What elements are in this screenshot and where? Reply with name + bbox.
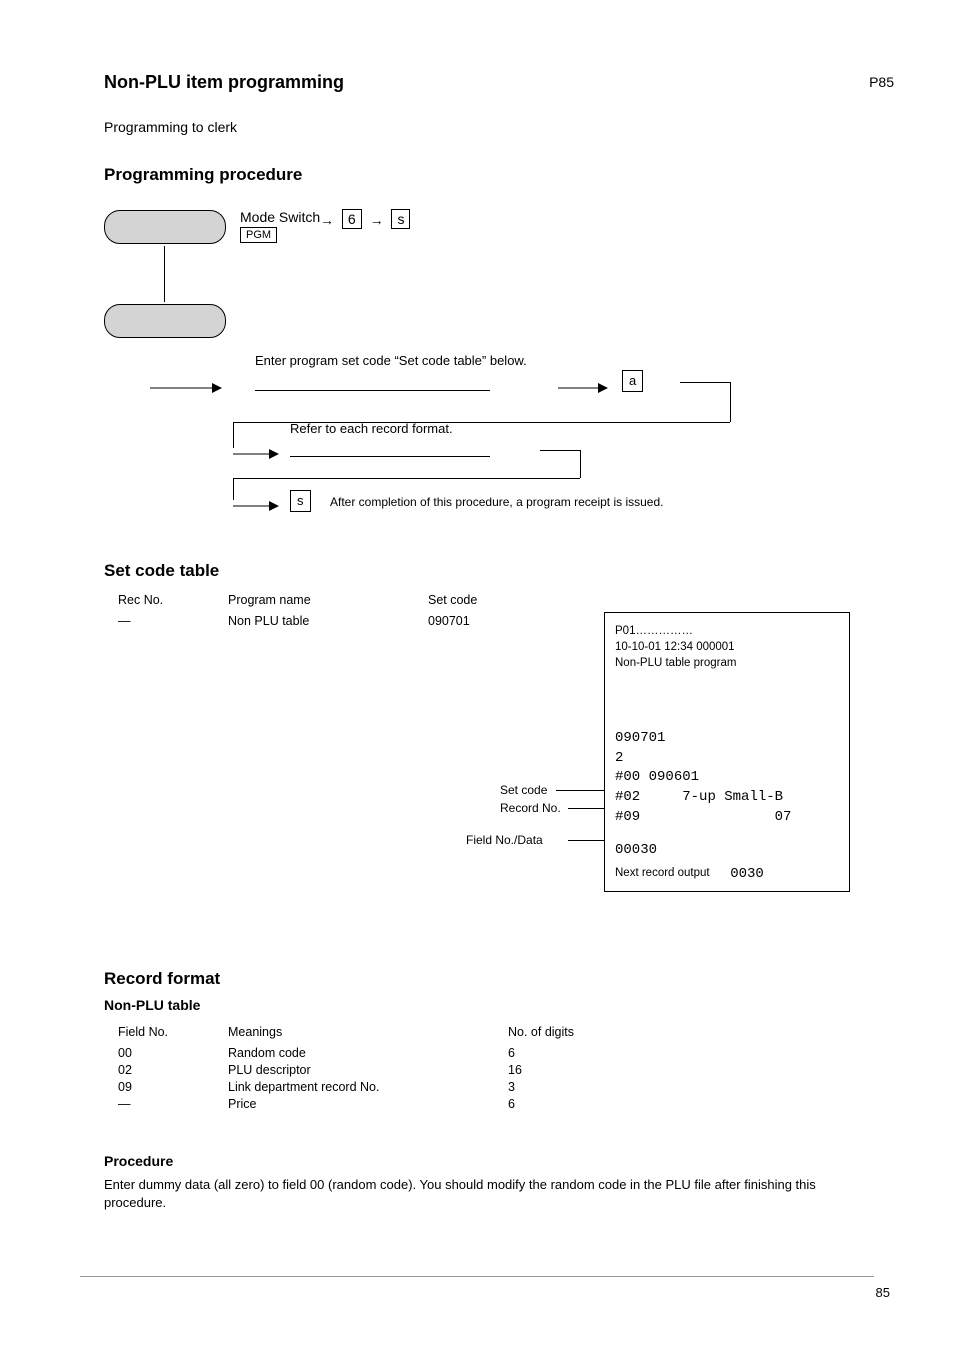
annot-set-code: Set code (500, 782, 547, 798)
step1-label: Mode Switch (240, 208, 320, 227)
input-1-text: Enter program set code “Set code table” … (255, 352, 585, 370)
annot-field: Field No./Data (466, 832, 543, 848)
procedure-heading: Programming procedure (104, 164, 302, 187)
conn-v3 (580, 450, 581, 478)
after-input1-key: a (622, 370, 643, 392)
page-title: Non-PLU item programming (104, 70, 344, 94)
final-key: s (290, 490, 311, 512)
arrow1a: → 6 → s (320, 210, 410, 230)
lozenge-2 (104, 304, 226, 338)
annot-line3 (568, 840, 604, 841)
input-2-text: Refer to each record format. (290, 420, 550, 438)
input-1-underline (255, 370, 490, 391)
lozenge-1 (104, 210, 226, 244)
arrow-after-input1 (558, 378, 614, 397)
procedure-subheading: Procedure (104, 1152, 173, 1171)
annot-line2 (568, 808, 604, 809)
bottom-rule (80, 1276, 874, 1277)
conn-h4 (233, 478, 580, 479)
receipt-body: 00030 (615, 841, 839, 861)
procedure-text: Enter dummy data (all zero) to field 00 … (104, 1176, 864, 1211)
mode-box-wrap: PGM (240, 228, 277, 243)
arrow-row-1 (150, 378, 230, 397)
conn-h1 (680, 382, 730, 383)
set-code-heading: Set code table (104, 560, 219, 583)
sct-r1c3: 090701 (428, 613, 508, 630)
receipt-line-1: #00 090601 (615, 768, 839, 788)
conn-v1 (730, 382, 731, 422)
sct-r1c2: Non PLU table (228, 613, 388, 630)
intro-text: Programming to clerk (104, 118, 237, 137)
receipt-set-code: 090701 (615, 729, 839, 749)
receipt-line-2: #02 7-up Small-B (615, 788, 839, 808)
format-heading: Record format (104, 968, 220, 991)
connector-1 (164, 246, 165, 302)
page-number-top: P85 (869, 73, 894, 92)
set-code-table: Rec No. Program name Set code — Non PLU … (118, 592, 538, 630)
annot-rec-no: Record No. (500, 800, 561, 816)
annot-line1 (556, 790, 604, 791)
arrow-row-3 (233, 496, 285, 515)
receipt-line-3: #09 07 (615, 808, 839, 828)
receipt-header: P01…………… 10-10-01 12:34 000001 Non-PLU t… (615, 623, 839, 671)
arrow-row-2 (233, 444, 285, 463)
final-note: After completion of this procedure, a pr… (330, 494, 664, 510)
receipt-box: P01…………… 10-10-01 12:34 000001 Non-PLU t… (604, 612, 850, 892)
format-subheading: Non-PLU table (104, 996, 200, 1015)
page-number-bottom: 85 (876, 1284, 890, 1302)
receipt-rec-no: 2 (615, 749, 839, 769)
mode-box: PGM (240, 227, 277, 243)
format-table: Field No. Meanings No. of digits 00 Rand… (118, 1024, 618, 1112)
input-2-underline (290, 436, 490, 457)
sct-r1c1: — (118, 613, 188, 630)
conn-h3 (540, 450, 580, 451)
